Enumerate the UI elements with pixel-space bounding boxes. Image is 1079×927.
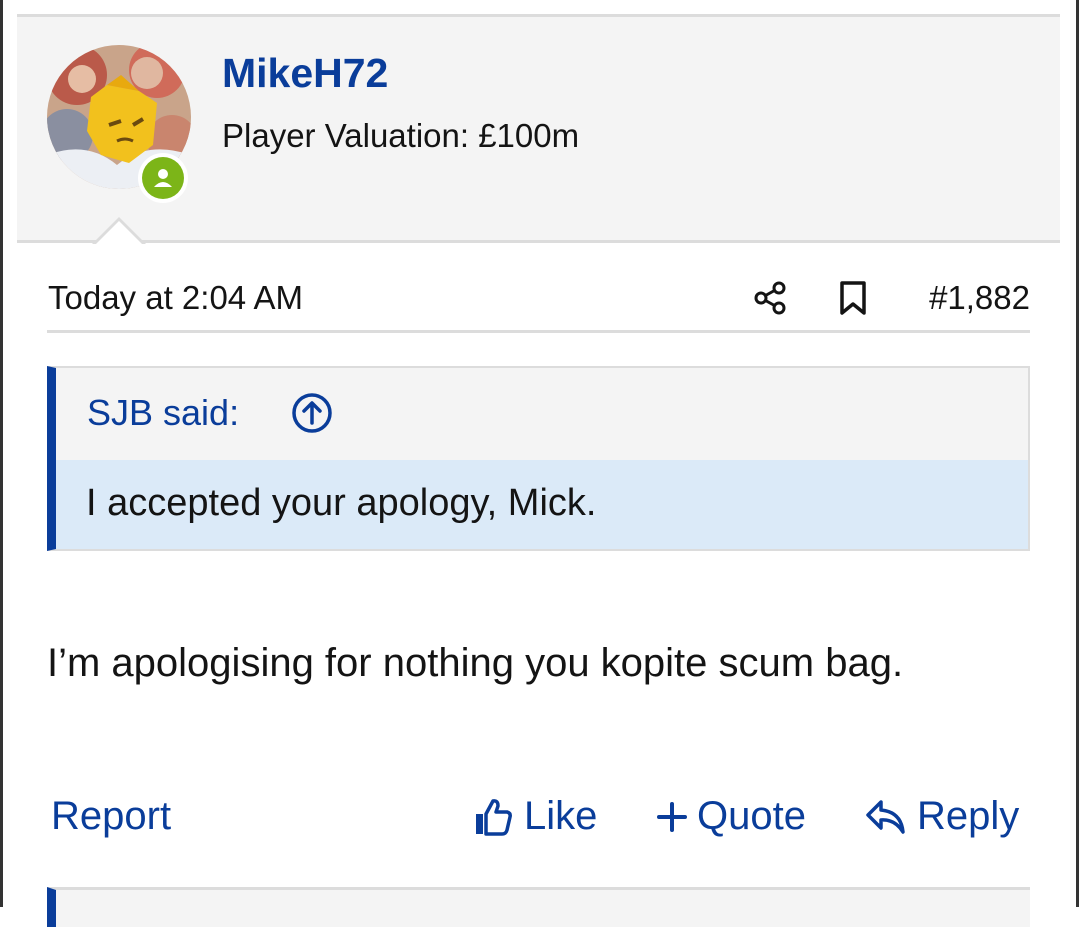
online-status-badge [138,153,188,203]
share-icon[interactable] [752,280,788,316]
user-title: Player Valuation: £100m [222,117,580,154]
plus-icon [657,801,687,832]
report-button[interactable]: Report [51,794,171,839]
quote-content: I accepted your apology, Mick. [56,460,1028,549]
message-actions-bar: Report Like Quote Reply [47,790,1030,850]
quote-author-link[interactable]: SJB said: [87,392,239,434]
thumbs-up-icon [476,798,512,836]
online-user-icon [154,169,172,187]
reply-button[interactable]: Reply [865,794,1019,839]
quote-button[interactable]: Quote [657,794,806,839]
reply-arrow-icon [866,799,905,834]
bookmark-icon[interactable] [837,280,869,316]
quote-text: I accepted your apology, Mick. [86,482,597,524]
quote-label: Quote [697,794,806,838]
quote-header: SJB said: [56,368,1028,460]
post-attribution-bar: Today at 2:04 AM #1,882 [47,264,1030,333]
message-body: I’m apologising for nothing you kopite s… [47,641,904,685]
username-link[interactable]: MikeH72 [222,50,388,97]
window-frame-left [0,0,3,907]
quote-block: SJB said: I accepted your apology, Mick. [47,366,1030,551]
like-label: Like [524,794,598,838]
header-arrow-notch-inner [95,221,143,245]
reply-label: Reply [917,794,1020,838]
arrow-up-circle-icon[interactable] [291,392,333,434]
next-post-preview [47,887,1030,927]
report-label: Report [51,794,172,838]
post-date-link[interactable]: Today at 2:04 AM [48,279,303,317]
post-number-link[interactable]: #1,882 [929,279,1030,317]
like-button[interactable]: Like [472,794,597,839]
